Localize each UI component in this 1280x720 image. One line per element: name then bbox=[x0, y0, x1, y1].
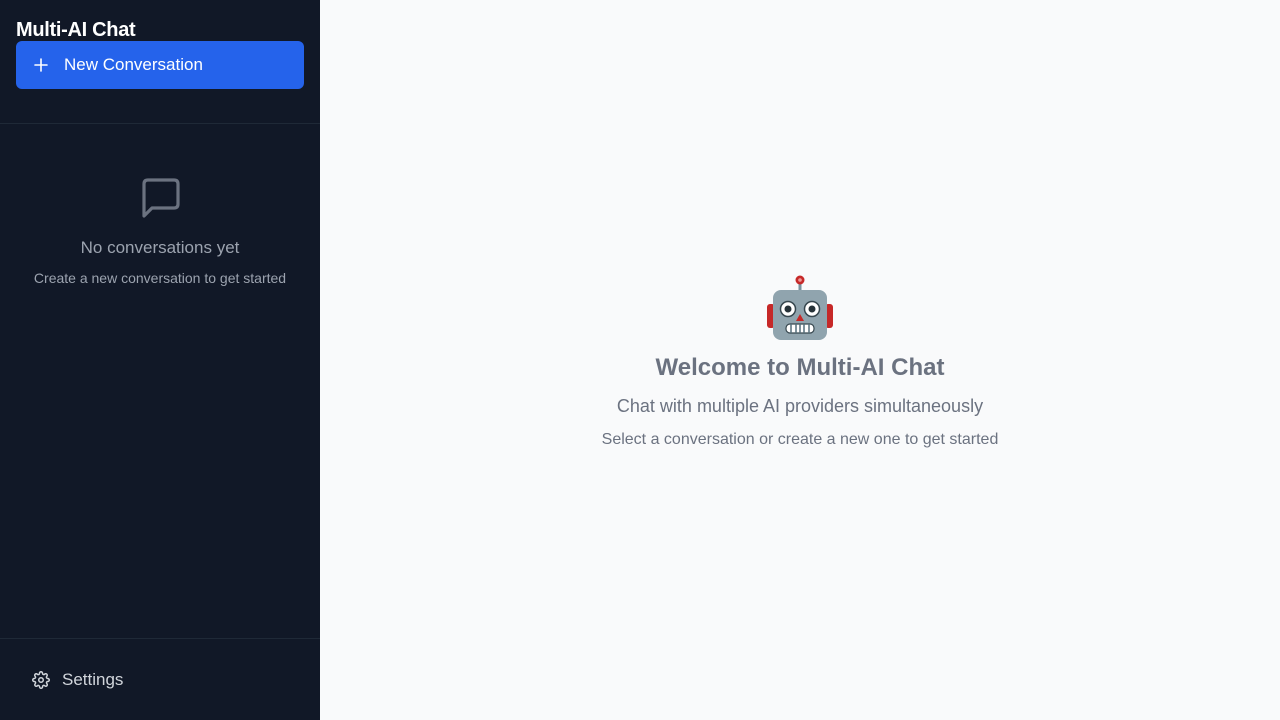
new-conversation-label: New Conversation bbox=[64, 55, 203, 74]
settings-button[interactable]: Settings bbox=[0, 638, 320, 720]
conversation-list: No conversations yet Create a new conver… bbox=[0, 124, 320, 638]
welcome-title: Welcome to Multi-AI Chat bbox=[655, 353, 945, 381]
main-content: Welcome to Multi-AI Chat Chat with multi… bbox=[320, 0, 1280, 720]
settings-label: Settings bbox=[62, 669, 124, 689]
plus-icon bbox=[32, 56, 50, 74]
gear-icon bbox=[32, 670, 50, 689]
empty-state-title: No conversations yet bbox=[80, 238, 240, 257]
new-conversation-button[interactable]: New Conversation bbox=[16, 41, 304, 89]
empty-state-subtitle: Create a new conversation to get started bbox=[33, 270, 287, 286]
app-root: Multi-AI Chat New Conversation No conver… bbox=[0, 0, 1280, 720]
robot-icon bbox=[765, 274, 835, 344]
sidebar: Multi-AI Chat New Conversation No conver… bbox=[0, 0, 320, 720]
sidebar-header: Multi-AI Chat New Conversation bbox=[0, 0, 320, 124]
welcome-hint: Select a conversation or create a new on… bbox=[601, 430, 999, 448]
message-square-icon bbox=[138, 176, 182, 220]
welcome-panel: Welcome to Multi-AI Chat Chat with multi… bbox=[601, 274, 999, 449]
app-title: Multi-AI Chat bbox=[16, 19, 136, 41]
welcome-subtitle: Chat with multiple AI providers simultan… bbox=[616, 395, 984, 416]
